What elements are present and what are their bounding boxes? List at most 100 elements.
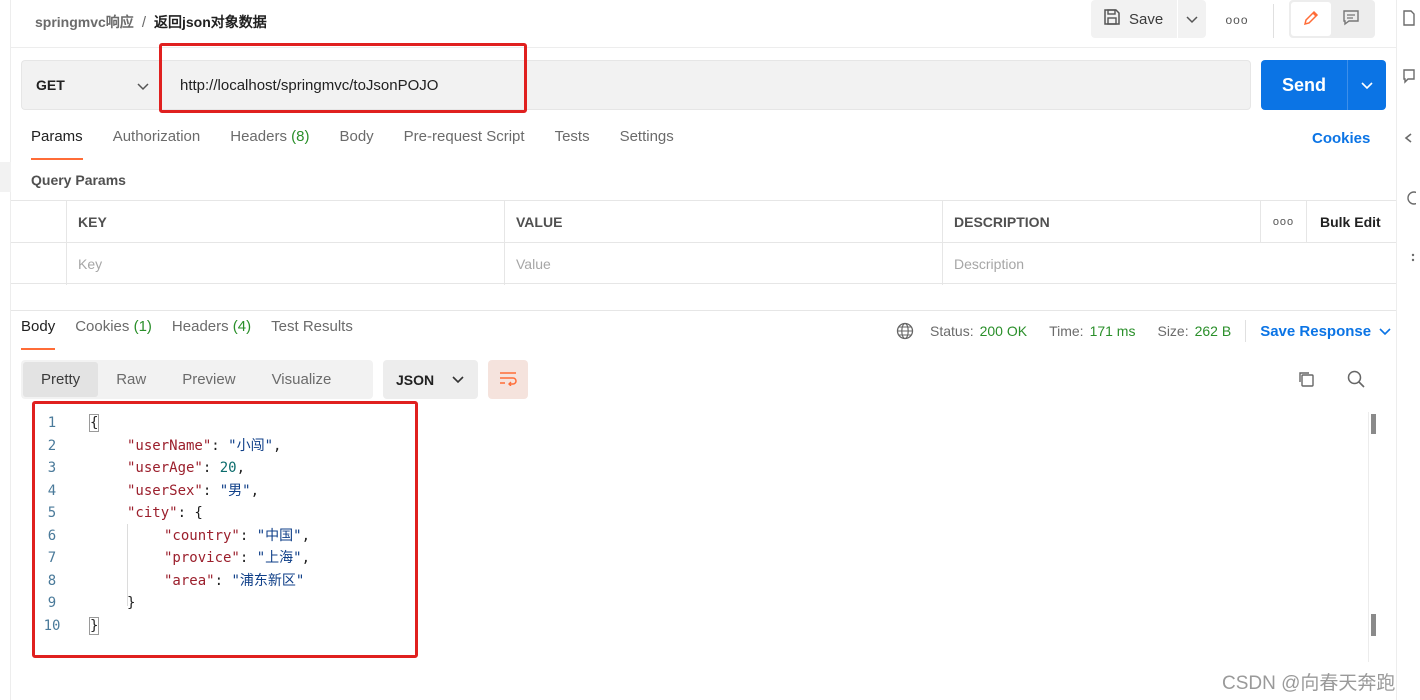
response-tab-cookies[interactable]: Cookies (1) [75,318,152,350]
response-tab-test-results[interactable]: Test Results [271,318,353,350]
chevron-down-icon [1361,77,1373,93]
info-icon[interactable] [1401,190,1417,206]
globe-icon[interactable] [896,322,914,340]
chevron-down-icon [1379,323,1391,340]
right-rail [1396,0,1420,700]
copy-icon [1297,370,1315,391]
response-tab-body[interactable]: Body [21,318,56,350]
breadcrumb-separator: / [141,13,146,31]
tab-authorization[interactable]: Authorization [113,128,201,160]
save-label: Save [1129,10,1164,28]
description-input[interactable]: Description [943,243,1396,285]
http-method-value: GET [36,77,65,93]
response-tabs: Body Cookies (1) Headers (4) Test Result… [21,318,353,350]
scrollbar-thumb-top[interactable] [1371,414,1376,434]
comment-mode-button[interactable] [1331,2,1371,36]
column-header-description: DESCRIPTION [943,201,1261,243]
breadcrumb: springmvc响应 / 返回json对象数据 [35,12,267,32]
view-raw-button[interactable]: Raw [98,362,164,397]
request-name[interactable]: 返回json对象数据 [154,12,267,32]
tab-label: Pre-request Script [403,128,525,145]
response-status-bar: Status: 200 OK Time: 171 ms Size: 262 B … [896,320,1391,342]
watermark: CSDN @向春天奔跑 [1222,673,1396,694]
request-workspace: springmvc响应 / 返回json对象数据 Save ooo GET ht… [11,0,1396,700]
query-params-table: KEY VALUE DESCRIPTION ooo Bulk Edit Key … [11,200,1396,285]
related-icon[interactable] [1401,250,1417,266]
save-button-group: Save [1091,0,1207,38]
wrap-lines-icon [498,370,518,389]
cookies-link[interactable]: Cookies [1312,130,1370,147]
chevron-down-icon [1186,11,1198,27]
response-divider [11,310,1396,311]
wrap-lines-button[interactable] [488,360,528,399]
save-response-button[interactable]: Save Response [1260,323,1391,340]
bulk-edit-button[interactable]: Bulk Edit [1307,201,1396,243]
edit-mode-button[interactable] [1291,2,1331,36]
tab-body[interactable]: Body [339,128,373,160]
column-header-key: KEY [67,201,505,243]
tab-label: Params [31,128,83,145]
scrollbar-thumb-bottom[interactable] [1371,614,1376,636]
size-label: Size: [1157,323,1189,339]
breadcrumb-collection[interactable]: springmvc响应 [35,12,134,32]
status-divider [1245,320,1247,342]
send-options-button[interactable] [1347,60,1386,110]
response-tab-headers[interactable]: Headers (4) [172,318,251,350]
tab-pre-request-script[interactable]: Pre-request Script [404,128,525,160]
save-response-label: Save Response [1260,322,1372,340]
column-options-button[interactable]: ooo [1261,201,1307,243]
request-header-bar: springmvc响应 / 返回json对象数据 Save ooo [11,0,1396,48]
tab-label: Cookies [75,318,130,335]
tab-count: (1) [133,318,152,335]
size-value[interactable]: 262 B [1195,323,1232,339]
tab-tests[interactable]: Tests [555,128,590,160]
key-input[interactable]: Key [67,243,505,285]
url-highlight-box [159,43,527,113]
tab-label: Test Results [271,318,353,335]
time-value[interactable]: 171 ms [1090,323,1136,339]
tab-count: (4) [232,318,252,335]
documentation-icon[interactable] [1401,10,1417,26]
tab-settings[interactable]: Settings [620,128,674,160]
tab-headers[interactable]: Headers (8) [230,128,309,160]
http-method-select[interactable]: GET [21,60,159,110]
tab-label: Headers [230,128,287,145]
tab-label: Tests [554,128,590,145]
tab-label: Body [21,318,56,335]
code-icon[interactable] [1401,130,1417,146]
comment-icon [1342,9,1360,30]
format-value: JSON [396,371,435,388]
more-icon: ooo [1272,216,1295,228]
save-options-button[interactable] [1178,0,1206,38]
status-value[interactable]: 200 OK [980,323,1027,339]
view-mode-toggle [1289,0,1375,38]
value-input[interactable]: Value [505,243,943,285]
search-response-button[interactable] [1345,369,1367,391]
comments-icon[interactable] [1401,68,1417,84]
tab-count: (8) [291,128,310,145]
view-preview-button[interactable]: Preview [164,362,253,397]
table-row: Key Value Description [11,243,1396,285]
more-icon: ooo [1225,13,1249,27]
save-button[interactable]: Save [1091,0,1179,38]
more-actions-button[interactable]: ooo [1223,10,1251,30]
view-pretty-button[interactable]: Pretty [23,362,99,397]
tab-label: Authorization [112,128,201,145]
tab-label: Headers [171,318,229,335]
table-header-row: KEY VALUE DESCRIPTION ooo Bulk Edit [11,201,1396,243]
response-view-modes: Pretty Raw Preview Visualize [21,360,373,399]
view-visualize-button[interactable]: Visualize [254,362,350,397]
tab-params[interactable]: Params [31,128,83,160]
save-icon [1103,8,1121,30]
row-checkbox-cell [11,243,67,285]
copy-response-button[interactable] [1295,369,1317,391]
tab-label: Settings [619,128,674,145]
toolbar-divider [1273,4,1274,38]
response-format-select[interactable]: JSON [383,360,478,399]
response-highlight-box [32,401,418,658]
editor-scrollbar[interactable] [1368,412,1379,638]
column-header-value: VALUE [505,201,943,243]
send-button[interactable]: Send [1261,60,1347,110]
pencil-icon [1302,9,1320,30]
sidebar-selection-marker [0,162,11,192]
